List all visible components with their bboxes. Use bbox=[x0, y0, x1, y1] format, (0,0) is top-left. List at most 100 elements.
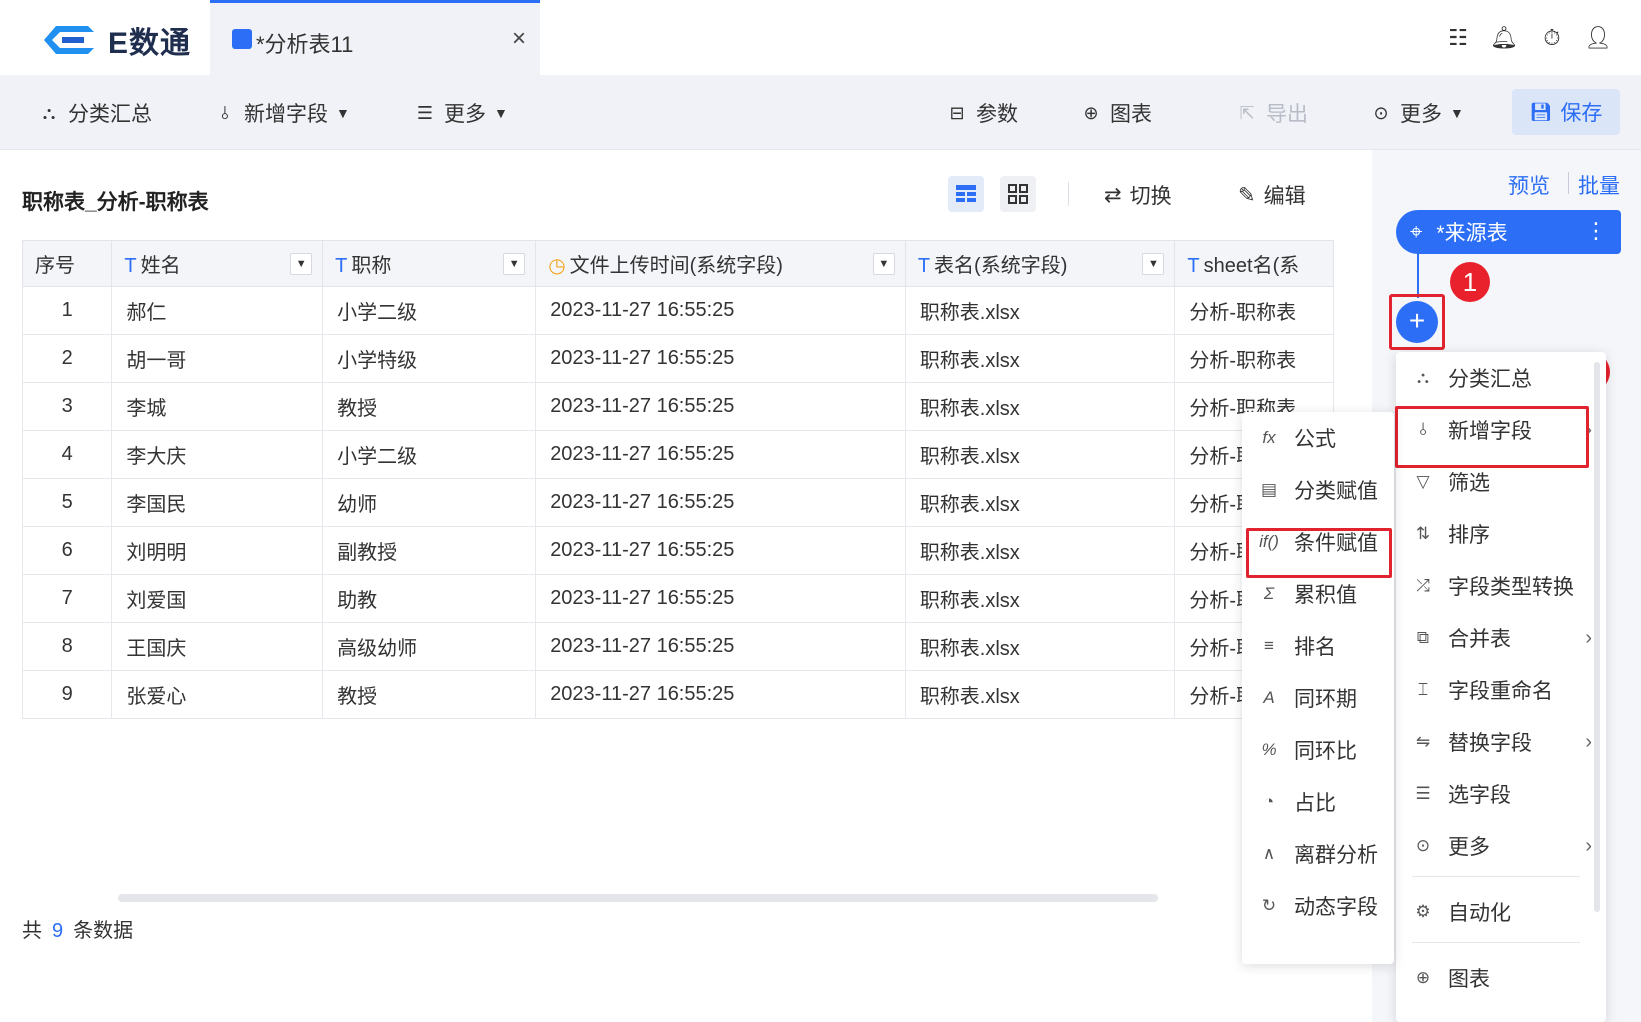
table-row[interactable]: 2 胡一哥 小学特级 2023-11-27 16:55:25 职称表.xlsx 分析-职称… bbox=[22, 334, 1334, 383]
table-row[interactable]: 5李国民幼师2023-11-27 16:55:25职称表.xlsx分析-职称表 bbox=[22, 478, 1334, 527]
column-header-label: 表名(系统字段) bbox=[934, 255, 1068, 277]
column-header[interactable]: T 表名(系统字段) ▼ bbox=[904, 240, 1176, 287]
field-menu-item-label: 累积值 bbox=[1294, 584, 1357, 607]
menu-item-chart[interactable]: ⊕ 图表 bbox=[1396, 952, 1606, 1004]
chart-button[interactable]: ⊕ 图表 bbox=[1080, 97, 1152, 129]
column-header[interactable]: T 职称 ▼ bbox=[322, 240, 537, 287]
menu-item-automation[interactable]: ⚙ 自动化 bbox=[1396, 886, 1606, 938]
group-icon: ⛬ bbox=[1417, 368, 1429, 387]
preview-link[interactable]: 预览 bbox=[1508, 170, 1550, 200]
switch-button[interactable]: ⇄ 切换 bbox=[1104, 180, 1172, 210]
user-icon[interactable]: 👤︎ bbox=[1584, 24, 1612, 52]
add-field-button[interactable]: ⫰ 新增字段 ▼ bbox=[214, 97, 350, 129]
table-cell: 职称表.xlsx bbox=[904, 286, 1176, 335]
card-view-button[interactable] bbox=[1000, 176, 1036, 212]
link-divider bbox=[1568, 172, 1569, 194]
table-cell: 张爱心 bbox=[111, 670, 324, 719]
source-node-label: *来源表 bbox=[1436, 222, 1508, 245]
menu-item-replace[interactable]: ⇋ 替换字段 › bbox=[1396, 716, 1606, 768]
field-menu-item-label: 排名 bbox=[1294, 636, 1336, 659]
add-step-button[interactable]: + bbox=[1396, 301, 1438, 343]
table-cell: 职称表.xlsx bbox=[904, 526, 1176, 575]
field-menu-item[interactable]: ∧ 离群分析 bbox=[1242, 828, 1394, 880]
table-row[interactable]: 3 李城 教授 2023-11-27 16:55:25 职称表.xlsx 分析-职称表 bbox=[22, 382, 1334, 431]
table-cell: 刘爱国 bbox=[111, 574, 324, 623]
close-icon[interactable]: × bbox=[512, 25, 526, 53]
top-header: E数通 *分析表11 × ☷ 🔔︎ ⏱︎ 👤︎ bbox=[0, 0, 1641, 75]
record-count: 共 9 条数据 bbox=[22, 914, 133, 943]
edit-label: 编辑 bbox=[1263, 185, 1306, 208]
more-left-button[interactable]: ☰ 更多 ▼ bbox=[414, 97, 508, 129]
column-header[interactable]: T 姓名 ▼ bbox=[111, 240, 324, 287]
table-cell: 郝仁 bbox=[111, 286, 324, 335]
column-dropdown-icon[interactable]: ▼ bbox=[503, 253, 526, 275]
menu-item-sort[interactable]: ⇅ 排序 bbox=[1396, 508, 1606, 560]
more-vertical-icon[interactable]: ⋮ bbox=[1585, 218, 1607, 244]
menu-item-rename[interactable]: ⌶ 字段重命名 bbox=[1396, 664, 1606, 716]
column-dropdown-icon[interactable]: ▼ bbox=[872, 253, 895, 275]
field-menu-item[interactable]: ▤ 分类赋值 bbox=[1242, 464, 1394, 516]
caret-down-icon: ▼ bbox=[494, 105, 508, 121]
chart-label: 图表 bbox=[1110, 103, 1152, 126]
export-button[interactable]: ⇱ 导出 bbox=[1236, 97, 1308, 129]
column-header-label: 姓名 bbox=[140, 255, 181, 277]
menu-item-merge[interactable]: ⧉ 合并表 › bbox=[1396, 612, 1606, 664]
target-icon: ⌖ bbox=[1410, 219, 1423, 244]
menu-item-label: 筛选 bbox=[1448, 472, 1490, 495]
params-button[interactable]: ⊟ 参数 bbox=[946, 97, 1018, 129]
field-menu-item[interactable]: A 同环期 bbox=[1242, 672, 1394, 724]
column-header[interactable]: Tsheet名(系 bbox=[1174, 240, 1334, 287]
chevron-right-icon: › bbox=[1585, 730, 1592, 753]
field-menu-item[interactable]: fx 公式 bbox=[1242, 412, 1394, 464]
table-row[interactable]: 6刘明明副教授2023-11-27 16:55:25职称表.xlsx分析-职称表 bbox=[22, 526, 1334, 575]
field-menu-item[interactable]: ◔ 占比 bbox=[1242, 776, 1394, 828]
toolbar: ⛬ 分类汇总 ⫰ 新增字段 ▼ ☰ 更多 ▼ ⊟ 参数 ⊕ 图表 ⇱ 导出 ⊙ … bbox=[0, 75, 1641, 150]
table-row[interactable]: 4李大庆小学二级2023-11-27 16:55:25职称表.xlsx分析-职称… bbox=[22, 430, 1334, 479]
field-menu-item[interactable]: ≡ 排名 bbox=[1242, 620, 1394, 672]
menu-item-select-field[interactable]: ☰ 选字段 bbox=[1396, 768, 1606, 820]
horizontal-scrollbar[interactable] bbox=[118, 894, 1158, 902]
merge-icon: ⧉ bbox=[1416, 628, 1430, 647]
timer-icon[interactable]: ⏱︎ bbox=[1538, 24, 1566, 52]
table-row[interactable]: 8王国庆高级幼师2023-11-27 16:55:25职称表.xlsx分析-职称… bbox=[22, 622, 1334, 671]
column-header-label: 文件上传时间(系统字段) bbox=[569, 255, 783, 277]
chevron-right-icon: › bbox=[1585, 834, 1592, 857]
field-menu-item[interactable]: % 同环比 bbox=[1242, 724, 1394, 776]
table-row[interactable]: 9张爱心教授2023-11-27 16:55:25职称表.xlsx分析-职称表 bbox=[22, 670, 1334, 719]
select-field-icon: ☰ bbox=[1415, 784, 1431, 803]
edit-button[interactable]: ✎ 编辑 bbox=[1238, 180, 1306, 210]
table-cell: 职称表.xlsx bbox=[904, 622, 1176, 671]
column-header[interactable]: ◷ 文件上传时间(系统字段) ▼ bbox=[535, 240, 906, 287]
column-dropdown-icon[interactable]: ▼ bbox=[290, 253, 313, 275]
menu-item-label: 替换字段 bbox=[1448, 732, 1532, 755]
column-dropdown-icon[interactable]: ▼ bbox=[1142, 253, 1165, 275]
field-option-icon: fx bbox=[1262, 428, 1276, 447]
column-header-label: sheet名(系 bbox=[1203, 255, 1300, 277]
table-view-button[interactable] bbox=[948, 176, 984, 212]
tab-analysis-table[interactable]: *分析表11 × bbox=[210, 0, 540, 75]
field-menu-item-label: 同环比 bbox=[1294, 740, 1357, 763]
menu-item-convert[interactable]: ⤮ 字段类型转换 bbox=[1396, 560, 1606, 612]
field-menu-item[interactable]: ↻ 动态字段 bbox=[1242, 880, 1394, 932]
bell-icon[interactable]: 🔔︎ bbox=[1490, 24, 1518, 52]
task-list-icon[interactable]: ☷ bbox=[1444, 24, 1472, 52]
text-type-icon: T bbox=[335, 255, 348, 277]
field-menu-item-label: 动态字段 bbox=[1294, 896, 1378, 919]
replace-icon: ⇋ bbox=[1415, 732, 1431, 751]
app-logo[interactable]: E数通 bbox=[38, 18, 191, 62]
field-option-icon: ↻ bbox=[1261, 896, 1277, 915]
more-right-button[interactable]: ⊙ 更多 ▼ bbox=[1370, 97, 1463, 129]
column-header[interactable]: 序号 bbox=[22, 240, 113, 287]
save-button[interactable]: 💾︎ 保存 bbox=[1512, 89, 1620, 135]
table-cell: 职称表.xlsx bbox=[904, 334, 1176, 383]
table-cell: 2023-11-27 16:55:25 bbox=[535, 430, 906, 479]
table-row[interactable]: 1 郝仁 小学二级 2023-11-27 16:55:25 职称表.xlsx 分析-职称表 bbox=[22, 286, 1334, 335]
table-cell: 王国庆 bbox=[111, 622, 324, 671]
group-summary-button[interactable]: ⛬ 分类汇总 bbox=[38, 97, 152, 129]
source-table-node[interactable]: ⌖ *来源表 ⋮ bbox=[1396, 210, 1621, 254]
menu-item-more[interactable]: ⊙ 更多 › bbox=[1396, 820, 1606, 872]
field-option-icon: ∧ bbox=[1262, 844, 1276, 863]
batch-link[interactable]: 批量 bbox=[1578, 170, 1620, 200]
menu-item-group[interactable]: ⛬ 分类汇总 bbox=[1396, 352, 1606, 404]
table-row[interactable]: 7刘爱国助教2023-11-27 16:55:25职称表.xlsx分析-职称表 bbox=[22, 574, 1334, 623]
